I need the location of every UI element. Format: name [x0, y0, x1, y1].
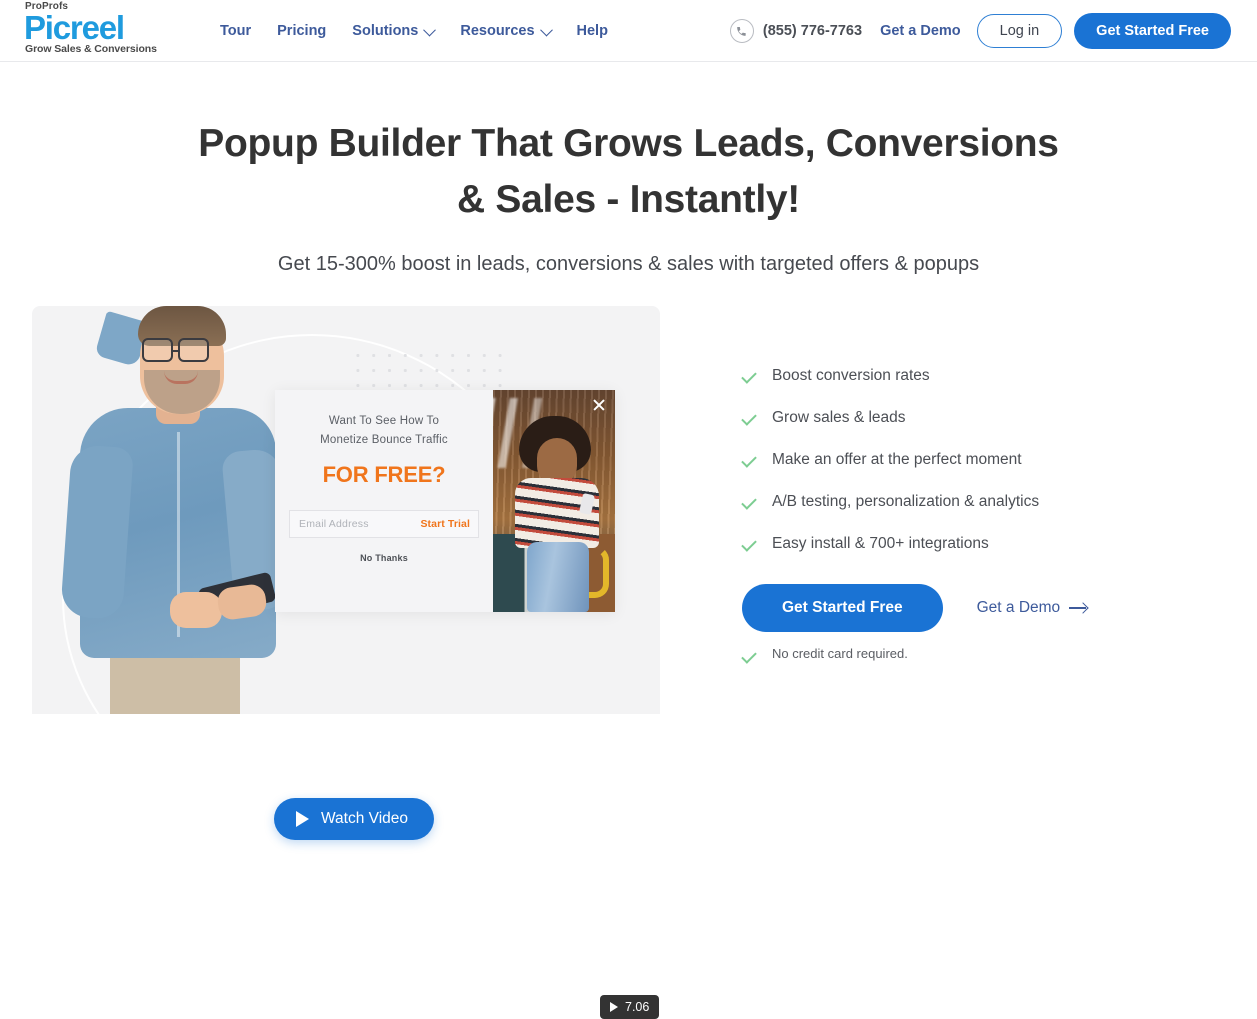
header-demo-link[interactable]: Get a Demo [880, 23, 961, 39]
popup-submit-link[interactable]: Start Trial [420, 518, 470, 530]
benefit-label: Make an offer at the perfect moment [772, 451, 1022, 468]
list-item: Easy install & 700+ integrations [741, 534, 1142, 554]
popup-headline-line-2: Monetize Bounce Traffic [320, 434, 448, 446]
page-subtitle: Get 15-300% boost in leads, conversions … [277, 253, 980, 275]
nav-item-label: Pricing [277, 23, 327, 39]
logo-tagline: Grow Sales & Conversions [25, 43, 157, 55]
page-title: Popup Builder That Grows Leads, Conversi… [179, 62, 1079, 228]
nav-item-tour[interactable]: Tour [220, 23, 251, 39]
popup-preview: Want To See How To Monetize Bounce Traff… [275, 390, 615, 612]
phone-number: (855) 776-7763 [762, 23, 863, 39]
phone-icon [729, 19, 754, 43]
cta-row: Get Started Free Get a Demo [742, 584, 1142, 632]
nav-item-resources[interactable]: Resources [460, 23, 553, 39]
list-item: Grow sales & leads [741, 408, 1142, 428]
header-actions: (855) 776-7763 Get a Demo Log in Get Sta… [729, 0, 1231, 62]
phone-contact[interactable]: (855) 776-7763 [729, 19, 863, 43]
hero-video-panel[interactable]: Want To See How To Monetize Bounce Traff… [32, 306, 660, 714]
no-credit-card-note: No credit card required. [741, 646, 1142, 664]
popup-preview-content: Want To See How To Monetize Bounce Traff… [275, 390, 493, 612]
chevron-down-icon [539, 23, 553, 36]
check-icon [741, 368, 757, 384]
list-item: Make an offer at the perfect moment [741, 450, 1142, 470]
benefit-label: A/B testing, personalization & analytics [772, 493, 1040, 510]
site-header: ProProfs Picreel Grow Sales & Conversion… [0, 0, 1257, 62]
check-icon [741, 648, 757, 664]
logo-wordmark: Picreel [24, 9, 125, 46]
get-started-free-button[interactable]: Get Started Free [1074, 13, 1231, 49]
headline-line-2: & Sales - Instantly! [457, 178, 800, 221]
play-icon [296, 811, 309, 827]
check-icon [741, 452, 757, 468]
nav-item-label: Help [576, 23, 608, 39]
list-item: A/B testing, personalization & analytics [741, 492, 1142, 512]
headline-line-1: Popup Builder That Grows Leads, Conversi… [198, 122, 1059, 165]
popup-preview-image [493, 390, 615, 612]
popup-email-row[interactable]: Email Address Start Trial [289, 510, 479, 538]
video-duration-label: 7.06 [625, 1000, 650, 1014]
list-item: Boost conversion rates [741, 366, 1142, 386]
close-icon[interactable] [592, 398, 606, 412]
hero-body: Want To See How To Monetize Bounce Traff… [0, 306, 1257, 1019]
check-icon [741, 410, 757, 426]
play-icon [610, 1002, 618, 1012]
popup-headline-line-1: Want To See How To [328, 415, 440, 427]
nav-item-label: Tour [220, 23, 252, 39]
main-nav: Tour Pricing Solutions Resources Help [220, 0, 608, 62]
nav-item-pricing[interactable]: Pricing [277, 23, 326, 39]
chevron-down-icon [423, 23, 437, 36]
nav-item-label: Resources [460, 23, 535, 39]
arrow-right-icon [1069, 603, 1087, 613]
decorative-dot-grid [350, 348, 508, 393]
video-duration-badge: 7.06 [600, 995, 660, 1019]
hero-get-started-free-button[interactable]: Get Started Free [742, 584, 943, 632]
check-icon [741, 536, 757, 552]
check-icon [741, 494, 757, 510]
benefit-label: Easy install & 700+ integrations [772, 535, 989, 552]
no-credit-card-label: No credit card required. [772, 646, 908, 661]
login-button[interactable]: Log in [976, 14, 1063, 48]
popup-dismiss-link[interactable]: No Thanks [289, 553, 479, 563]
logo[interactable]: ProProfs Picreel Grow Sales & Conversion… [24, 1, 184, 55]
nav-item-help[interactable]: Help [577, 23, 608, 39]
hero-get-a-demo-link[interactable]: Get a Demo [977, 599, 1088, 617]
hero-get-a-demo-label: Get a Demo [976, 599, 1061, 616]
benefit-label: Boost conversion rates [772, 367, 930, 384]
nav-item-solutions[interactable]: Solutions [352, 23, 437, 39]
benefits-column: Boost conversion rates Grow sales & lead… [741, 366, 1142, 664]
watch-video-label: Watch Video [321, 810, 409, 827]
benefit-label: Grow sales & leads [772, 409, 906, 426]
watch-video-button[interactable]: Watch Video [274, 798, 435, 840]
nav-item-label: Solutions [352, 23, 419, 39]
popup-email-input[interactable]: Email Address [299, 518, 369, 530]
popup-emphasis-text: FOR FREE? [322, 462, 446, 487]
